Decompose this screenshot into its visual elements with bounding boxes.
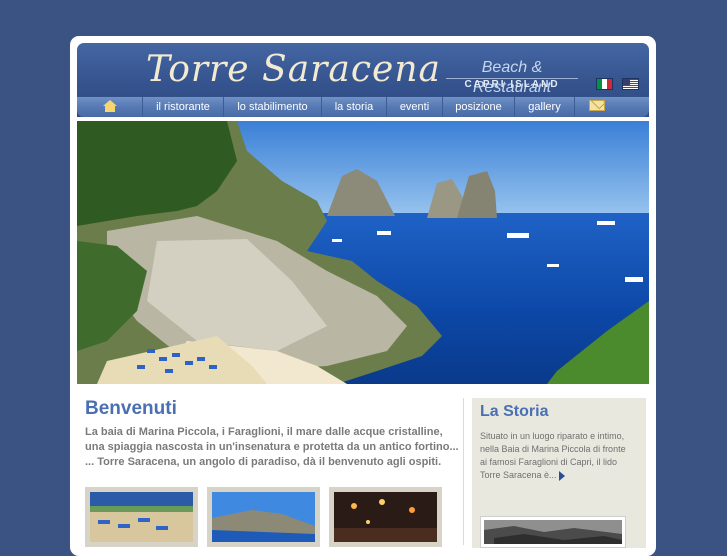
mail-icon xyxy=(589,100,605,111)
main-nav: il ristorante lo stabilimento la storia … xyxy=(77,97,649,117)
sidebar-text: Situato in un luogo riparato e intimo, n… xyxy=(480,430,640,482)
site-logo[interactable]: Torre Saracena xyxy=(146,44,440,96)
nav-item-contact[interactable] xyxy=(575,97,619,117)
thumbnail-beach[interactable] xyxy=(85,487,198,547)
sidebar-line: ai famosi Faraglioni di Capri, il lido xyxy=(480,457,618,467)
home-icon xyxy=(103,100,117,112)
italian-flag-icon[interactable] xyxy=(596,78,613,90)
column-divider xyxy=(463,398,464,545)
nav-item-gallery[interactable]: gallery xyxy=(515,97,575,117)
nav-item-home[interactable] xyxy=(77,97,143,117)
sidebar-line: Situato in un luogo riparato e intimo, xyxy=(480,431,625,441)
us-flag-icon[interactable] xyxy=(622,78,639,90)
hero-image xyxy=(77,121,649,384)
sidebar-line: Torre Saracena è... xyxy=(480,469,640,482)
nav-item-eventi[interactable]: eventi xyxy=(387,97,443,117)
nav-item-storia[interactable]: la storia xyxy=(322,97,387,117)
nav-item-stabilimento[interactable]: lo stabilimento xyxy=(224,97,322,117)
sidebar-title: La Storia xyxy=(480,403,549,420)
thumbnail-coast[interactable] xyxy=(207,487,320,547)
thumbnail-evening[interactable] xyxy=(329,487,442,547)
welcome-title: Benvenuti xyxy=(85,398,177,419)
history-photo[interactable] xyxy=(480,516,626,548)
welcome-text: La baia di Marina Piccola, i Faraglioni,… xyxy=(85,425,460,470)
nav-item-posizione[interactable]: posizione xyxy=(443,97,515,117)
welcome-line: una spiaggia nascosta in un'insenatura e… xyxy=(85,441,459,453)
welcome-line: La baia di Marina Piccola, i Faraglioni,… xyxy=(85,426,443,438)
sidebar-line-end: Torre Saracena è... xyxy=(480,470,557,480)
welcome-line: ... Torre Saracena, un angolo di paradis… xyxy=(85,456,442,468)
nav-item-ristorante[interactable]: il ristorante xyxy=(143,97,224,117)
sidebar-line: nella Baia di Marina Piccola di fronte xyxy=(480,444,626,454)
location-label: CAPRI ISLAND xyxy=(464,79,560,90)
read-more-arrow-icon[interactable] xyxy=(558,470,565,481)
